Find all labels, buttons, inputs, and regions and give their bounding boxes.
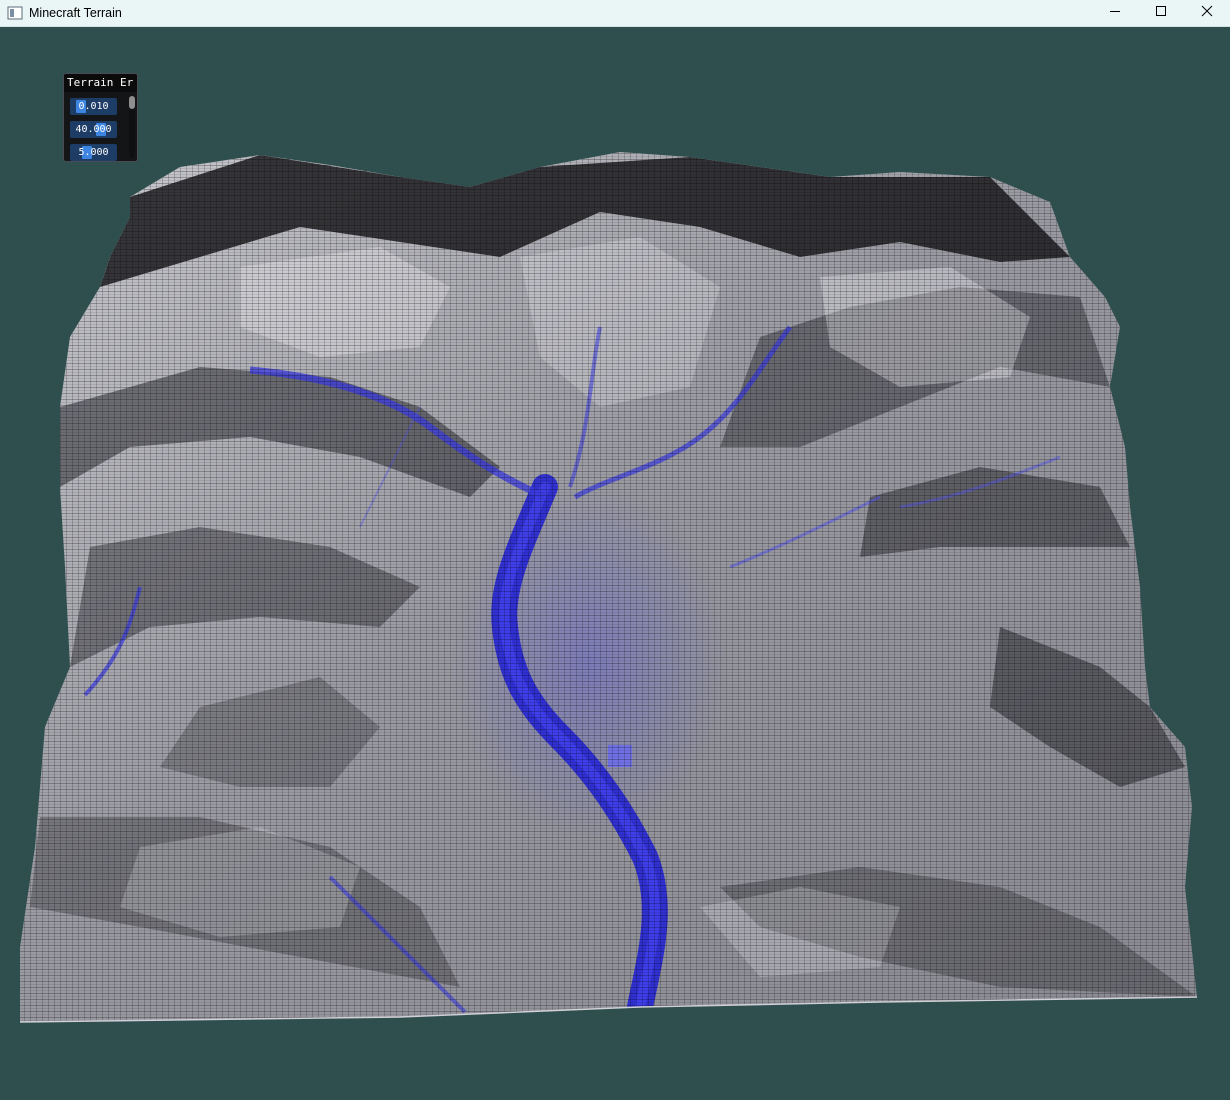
maximize-icon [1155, 4, 1167, 22]
minimize-icon [1109, 4, 1121, 22]
slider-3-value: 5.000 [78, 147, 109, 158]
window-title: Minecraft Terrain [29, 6, 122, 20]
slider-2-value: 40.000 [75, 124, 112, 135]
slider-1[interactable]: 0.010 [70, 98, 117, 115]
slider-3[interactable]: 5.000 [70, 144, 117, 161]
panel-scrollbar[interactable] [129, 96, 135, 158]
panel-scrollbar-thumb[interactable] [129, 96, 135, 109]
slider-2[interactable]: 40.000 [70, 121, 117, 138]
maximize-button[interactable] [1138, 0, 1184, 26]
panel-title[interactable]: Terrain Er [64, 74, 137, 92]
close-button[interactable] [1184, 0, 1230, 26]
window-controls [1092, 0, 1230, 26]
minimize-button[interactable] [1092, 0, 1138, 26]
terrain-mesh [19, 152, 1198, 1023]
terrain-settings-panel[interactable]: Terrain Er 0.010 40.000 5.000 [63, 73, 138, 162]
window-titlebar: Minecraft Terrain [0, 0, 1230, 27]
app-icon [7, 5, 23, 21]
slider-1-value: 0.010 [78, 101, 109, 112]
panel-body: 0.010 40.000 5.000 [64, 92, 137, 161]
render-viewport[interactable]: Terrain Er 0.010 40.000 5.000 [0, 27, 1230, 1100]
close-icon [1201, 4, 1213, 22]
